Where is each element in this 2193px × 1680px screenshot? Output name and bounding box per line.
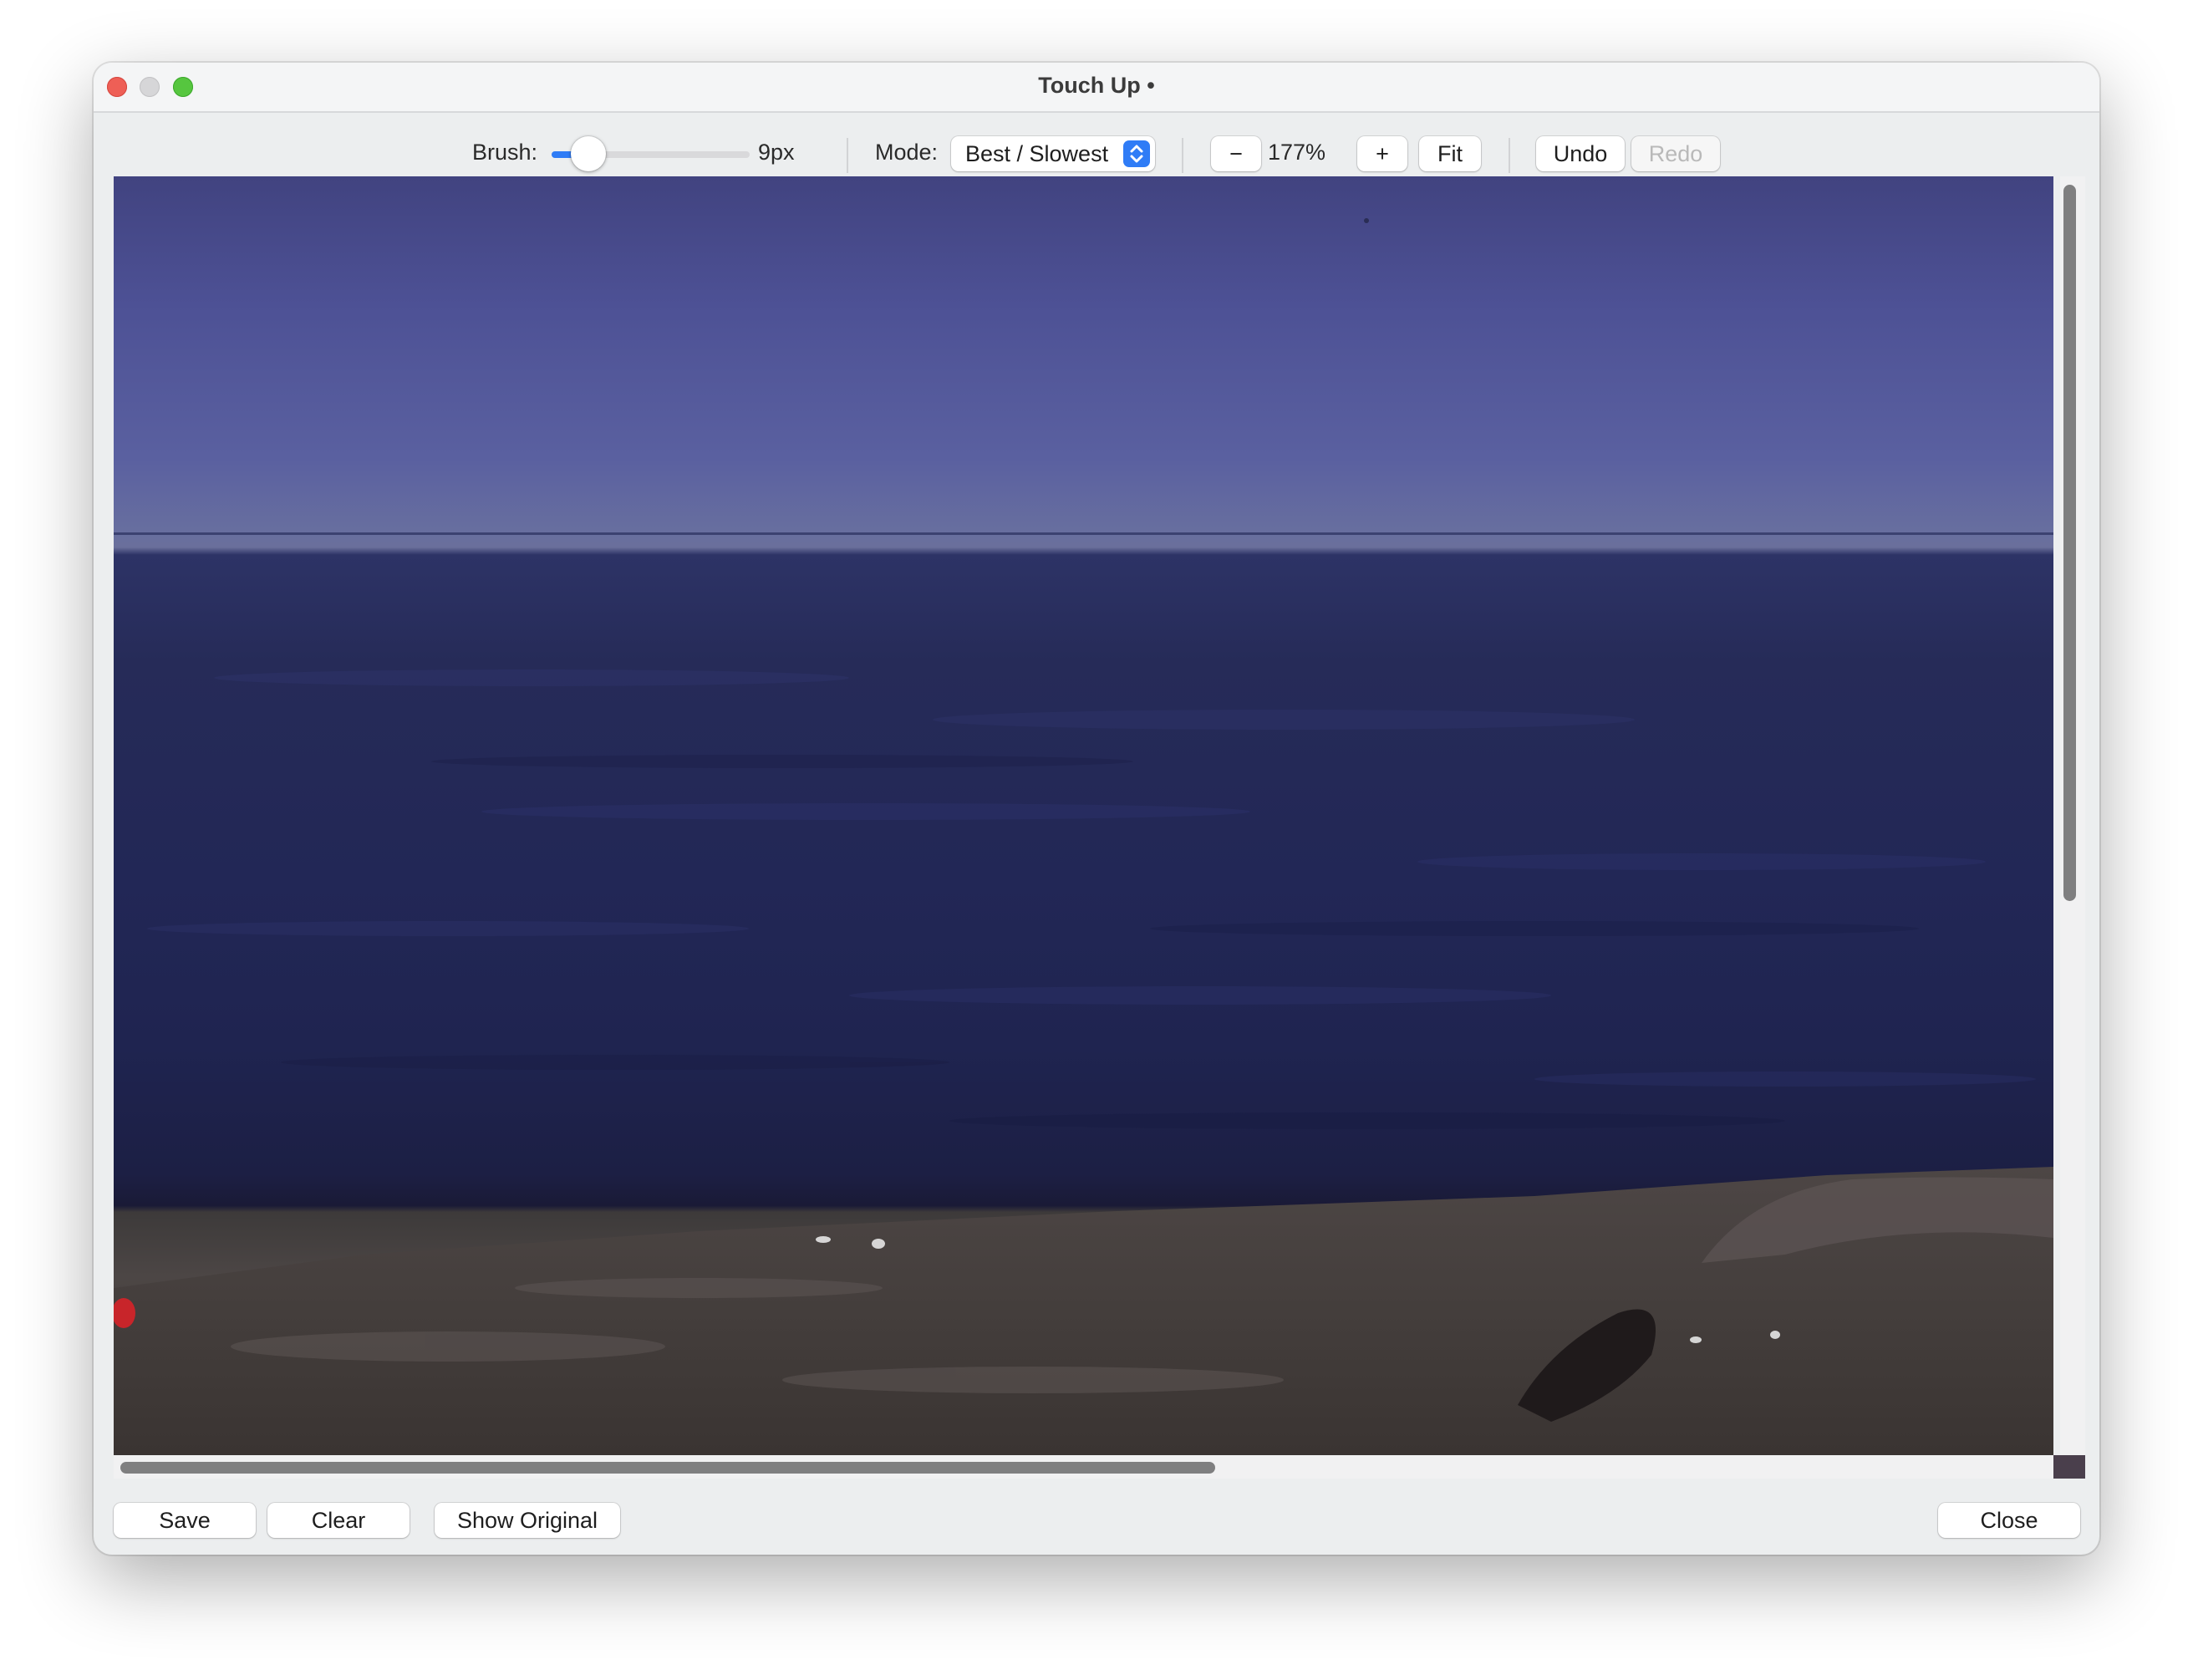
toolbar-divider [1182,138,1183,173]
horizontal-scroll-thumb[interactable] [120,1462,1215,1474]
touch-up-window: Touch Up • Brush: 9px Mode: Best / Slowe… [94,63,2099,1555]
save-button[interactable]: Save [114,1503,256,1538]
toolbar-divider [1509,138,1510,173]
vertical-scroll-thumb[interactable] [2063,185,2076,901]
window-title: Touch Up • [1038,73,1155,98]
chevron-up-down-icon [1123,140,1150,167]
brush-size-value: 9px [758,140,795,165]
close-button[interactable]: Close [1938,1503,2080,1538]
zoom-in-button[interactable]: + [1357,136,1407,171]
photo-canvas[interactable] [114,176,2053,1455]
brush-label: Brush: [472,140,538,165]
brush-slider-knob[interactable] [571,136,606,171]
mode-label: Mode: [875,140,939,165]
fit-button[interactable]: Fit [1419,136,1481,171]
clear-button[interactable]: Clear [267,1503,410,1538]
undo-button[interactable]: Undo [1536,136,1625,171]
scroll-corner [2053,1455,2085,1479]
toolbar-divider [847,138,848,173]
redo-button[interactable]: Redo [1631,136,1720,171]
zoom-level: 177% [1268,140,1326,165]
zoom-out-button[interactable]: − [1211,136,1261,171]
mode-select[interactable]: Best / Slowest [951,136,1155,171]
show-original-button[interactable]: Show Original [435,1503,620,1538]
photo-image [114,218,2053,1455]
mode-select-value: Best / Slowest [965,141,1109,166]
title-bar[interactable]: Touch Up • [94,63,2099,113]
